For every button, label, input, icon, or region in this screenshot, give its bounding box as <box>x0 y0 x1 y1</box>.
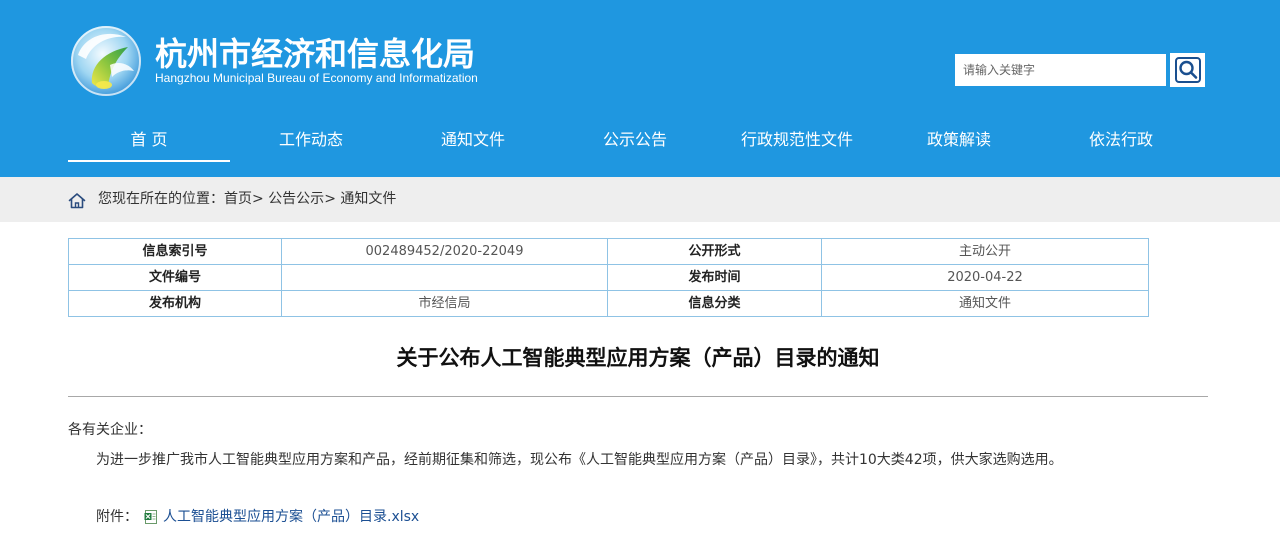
nav-item-normative-documents[interactable]: 行政规范性文件 <box>716 119 878 162</box>
document-info-table: 信息索引号 002489452/2020-22049 公开形式 主动公开 文件编… <box>68 238 1149 317</box>
article-body: 为进一步推广我市人工智能典型应用方案和产品，经前期征集和筛选，现公布《人工智能典… <box>96 452 1063 468</box>
breadcrumb-label: 您现在所在的位置： <box>98 191 224 207</box>
nav-item-policy-interpretation[interactable]: 政策解读 <box>878 119 1040 162</box>
breadcrumb-separator: > <box>252 191 269 207</box>
main-nav: 首 页 工作动态 通知文件 公示公告 行政规范性文件 政策解读 依法行政 <box>68 119 1202 162</box>
search-input[interactable] <box>955 54 1166 86</box>
nav-item-work-news[interactable]: 工作动态 <box>230 119 392 162</box>
nav-item-public-announcements[interactable]: 公示公告 <box>554 119 716 162</box>
site-subtitle: Hangzhou Municipal Bureau of Economy and… <box>155 71 478 85</box>
site-title: 杭州市经济和信息化局 <box>155 35 476 73</box>
breadcrumb-link-announcements[interactable]: 公告公示 <box>268 191 324 207</box>
table-row: 信息索引号 002489452/2020-22049 公开形式 主动公开 <box>68 238 1149 265</box>
search-button[interactable] <box>1170 53 1205 87</box>
info-category-label: 信息分类 <box>607 290 822 317</box>
table-row: 文件编号 发布时间 2020-04-22 <box>68 264 1149 291</box>
nav-item-law-based-administration[interactable]: 依法行政 <box>1040 119 1202 162</box>
title-divider <box>68 396 1208 397</box>
document-number-label: 文件编号 <box>68 264 282 291</box>
nav-item-home[interactable]: 首 页 <box>68 119 230 162</box>
issuing-agency-label: 发布机构 <box>68 290 282 317</box>
disclosure-mode-value: 主动公开 <box>821 238 1149 265</box>
info-index-number-label: 信息索引号 <box>68 238 282 265</box>
breadcrumb-link-home[interactable]: 首页 <box>224 191 252 207</box>
article-title: 关于公布人工智能典型应用方案（产品）目录的通知 <box>396 346 880 370</box>
nav-item-notice-documents[interactable]: 通知文件 <box>392 119 554 162</box>
search-box <box>955 53 1207 87</box>
attachment-row: 附件： 人工智能典型应用方案（产品）目录.xlsx <box>96 505 419 529</box>
breadcrumb-link-notice-documents[interactable]: 通知文件 <box>340 191 396 207</box>
attachment-download-link[interactable]: 人工智能典型应用方案（产品）目录.xlsx <box>163 505 419 529</box>
publish-date-value: 2020-04-22 <box>821 264 1149 291</box>
info-index-number-value: 002489452/2020-22049 <box>281 238 608 265</box>
breadcrumb: 您现在所在的位置：首页> 公告公示> 通知文件 <box>98 177 396 222</box>
table-row: 发布机构 市经信局 信息分类 通知文件 <box>68 290 1149 317</box>
breadcrumb-separator: > <box>324 191 341 207</box>
site-brand-link[interactable]: 杭州市经济和信息化局 Hangzhou Municipal Bureau of … <box>68 23 488 103</box>
article-salutation: 各有关企业： <box>68 422 152 438</box>
search-icon <box>1174 57 1201 83</box>
document-number-value <box>281 264 608 291</box>
publish-date-label: 发布时间 <box>607 264 822 291</box>
info-category-value: 通知文件 <box>821 290 1149 317</box>
issuing-agency-value: 市经信局 <box>281 290 608 317</box>
attachment-label: 附件： <box>96 509 138 525</box>
excel-file-icon <box>144 510 157 524</box>
disclosure-mode-label: 公开形式 <box>607 238 822 265</box>
breadcrumb-bar: 您现在所在的位置：首页> 公告公示> 通知文件 <box>0 177 1280 222</box>
home-icon <box>68 193 86 209</box>
bureau-logo-icon <box>71 26 141 96</box>
site-header: 杭州市经济和信息化局 Hangzhou Municipal Bureau of … <box>0 0 1280 177</box>
